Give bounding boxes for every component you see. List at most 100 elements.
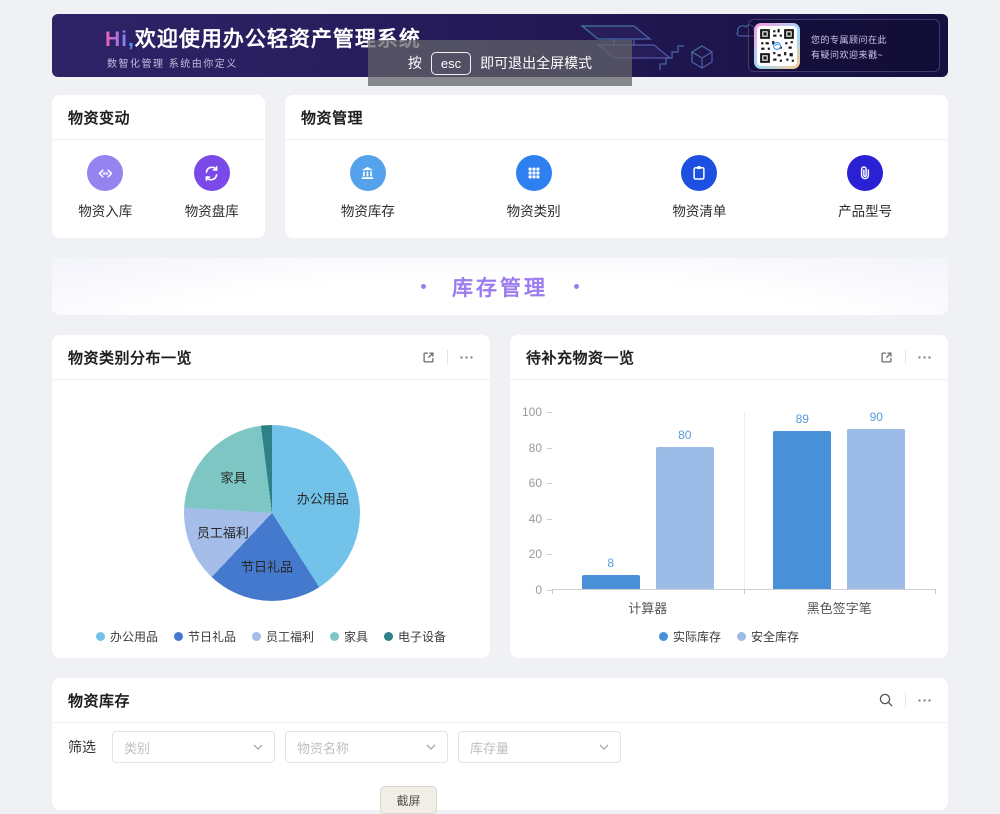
bar-card-actions bbox=[879, 350, 932, 365]
section-title: 库存管理 bbox=[452, 272, 548, 302]
pie-slice-label: 员工福利 bbox=[197, 523, 249, 542]
material-change-items: 物资入库 物资盘库 bbox=[52, 140, 265, 220]
entry-item-material-list[interactable]: 物资清单 bbox=[672, 155, 726, 220]
legend-dot bbox=[252, 632, 261, 641]
chevron-down-icon bbox=[599, 744, 609, 750]
entry-item-label: 物资入库 bbox=[78, 200, 132, 220]
bar-value-label: 80 bbox=[678, 428, 691, 442]
grid-icon bbox=[516, 155, 552, 191]
y-axis-tick-mark bbox=[547, 554, 552, 555]
action-divider bbox=[905, 693, 906, 707]
material-stock-card: 物资库存 筛选 类别 物资名称 库存量 bbox=[52, 678, 948, 810]
qr-panel: 您的专属顾问在此 有疑问欢迎来戳~ bbox=[748, 19, 940, 72]
x-axis-category-label: 计算器 bbox=[628, 598, 667, 617]
entry-item-material-category[interactable]: 物资类别 bbox=[507, 155, 561, 220]
y-axis-tick-label: 80 bbox=[510, 441, 542, 455]
material-change-card: 物资变动 物资入库 物资盘库 bbox=[52, 95, 265, 238]
category-select[interactable]: 类别 bbox=[112, 731, 275, 763]
screenshot-button[interactable]: 截屏 bbox=[380, 786, 437, 814]
material-management-items: 物资库存 物资类别 物资清单 bbox=[285, 140, 948, 220]
legend-dot bbox=[659, 632, 668, 641]
material-change-header: 物资变动 bbox=[52, 95, 265, 140]
bar-安全库存-计算器[interactable] bbox=[656, 447, 714, 589]
more-options-icon[interactable] bbox=[917, 698, 932, 703]
chevron-down-icon bbox=[426, 744, 436, 750]
bar-legend: 实际库存 安全库存 bbox=[510, 628, 948, 645]
legend-label: 节日礼品 bbox=[188, 628, 236, 645]
qr-pattern-icon bbox=[759, 28, 795, 64]
stock-quantity-select[interactable]: 库存量 bbox=[458, 731, 621, 763]
y-axis-tick-label: 0 bbox=[510, 583, 542, 597]
legend-label: 电子设备 bbox=[398, 628, 446, 645]
arrows-in-icon bbox=[87, 155, 123, 191]
expand-icon[interactable] bbox=[879, 350, 894, 365]
expand-icon[interactable] bbox=[421, 350, 436, 365]
legend-item[interactable]: 员工福利 bbox=[252, 628, 314, 645]
legend-item[interactable]: 电子设备 bbox=[384, 628, 446, 645]
qr-caption: 您的专属顾问在此 有疑问欢迎来戳~ bbox=[811, 33, 887, 64]
entry-item-product-model[interactable]: 产品型号 bbox=[838, 155, 892, 220]
category-distribution-card: 物资类别分布一览 办公用品节日礼品员工福利家具 办公用品节日礼品员工福利家具电子… bbox=[52, 335, 490, 658]
x-axis-tick-mark bbox=[744, 589, 745, 594]
pie-slice-label: 节日礼品 bbox=[241, 556, 293, 575]
pie-card-title: 物资类别分布一览 bbox=[68, 347, 192, 368]
material-name-select[interactable]: 物资名称 bbox=[285, 731, 448, 763]
legend-item[interactable]: 实际库存 bbox=[659, 628, 721, 645]
toast-prefix: 按 bbox=[408, 53, 422, 73]
pie-chart-area: 办公用品节日礼品员工福利家具 bbox=[184, 425, 360, 601]
entry-item-material-inbound[interactable]: 物资入库 bbox=[78, 155, 132, 220]
legend-item[interactable]: 节日礼品 bbox=[174, 628, 236, 645]
legend-dot bbox=[96, 632, 105, 641]
action-divider bbox=[905, 350, 906, 364]
card-title: 物资变动 bbox=[68, 107, 130, 128]
x-axis-tick-mark bbox=[552, 589, 553, 594]
qr-code-image bbox=[757, 26, 797, 66]
banner-greeting-prefix: Hi, bbox=[105, 28, 135, 51]
pie-card-actions bbox=[421, 350, 474, 365]
chevron-down-icon bbox=[253, 744, 263, 750]
select-placeholder: 类别 bbox=[124, 738, 150, 757]
category-split-line bbox=[744, 412, 745, 589]
pie-slice-label: 家具 bbox=[220, 467, 246, 486]
select-placeholder: 库存量 bbox=[470, 738, 509, 757]
y-axis-tick-label: 20 bbox=[510, 547, 542, 561]
legend-dot bbox=[330, 632, 339, 641]
bar-实际库存-黑色签字笔[interactable] bbox=[773, 431, 831, 589]
pie-card-header: 物资类别分布一览 bbox=[52, 335, 490, 380]
refresh-icon bbox=[194, 155, 230, 191]
bar-chart[interactable]: 020406080100880计算器8990黑色签字笔 bbox=[552, 412, 935, 590]
legend-dot bbox=[737, 632, 746, 641]
material-management-header: 物资管理 bbox=[285, 95, 948, 140]
legend-item[interactable]: 办公用品 bbox=[96, 628, 158, 645]
more-options-icon[interactable] bbox=[459, 355, 474, 360]
bar-card-title: 待补充物资一览 bbox=[526, 347, 635, 368]
qr-code bbox=[754, 23, 800, 69]
x-axis-category-label: 黑色签字笔 bbox=[807, 598, 872, 617]
legend-label: 员工福利 bbox=[266, 628, 314, 645]
inventory-section-banner: 库存管理 bbox=[52, 258, 948, 315]
more-options-icon[interactable] bbox=[917, 355, 932, 360]
restock-needed-card: 待补充物资一览 020406080100880计算器8990黑色签字笔 实际库存… bbox=[510, 335, 948, 658]
search-icon[interactable] bbox=[878, 692, 894, 708]
y-axis-tick-mark bbox=[547, 412, 552, 413]
bar-card-header: 待补充物资一览 bbox=[510, 335, 948, 380]
inventory-card-actions bbox=[878, 692, 932, 708]
bar-value-label: 90 bbox=[870, 410, 883, 424]
section-dot-left bbox=[421, 284, 426, 289]
bank-icon bbox=[350, 155, 386, 191]
legend-item[interactable]: 安全库存 bbox=[737, 628, 799, 645]
entry-item-label: 产品型号 bbox=[838, 200, 892, 220]
pie-legend: 办公用品 节日礼品 员工福利家具 电子设备 bbox=[52, 628, 490, 645]
inventory-card-header: 物资库存 bbox=[52, 678, 948, 723]
bar-实际库存-计算器[interactable] bbox=[582, 575, 640, 589]
legend-item[interactable]: 家具 bbox=[330, 628, 368, 645]
qr-caption-line2: 有疑问欢迎来戳~ bbox=[811, 48, 887, 63]
y-axis-tick-label: 40 bbox=[510, 512, 542, 526]
y-axis-tick-mark bbox=[547, 483, 552, 484]
fullscreen-exit-toast: 按 esc 即可退出全屏模式 bbox=[368, 40, 632, 86]
qr-caption-line1: 您的专属顾问在此 bbox=[811, 33, 887, 48]
legend-label: 安全库存 bbox=[751, 628, 799, 645]
entry-item-material-stock[interactable]: 物资库存 bbox=[341, 155, 395, 220]
entry-item-material-stocktake[interactable]: 物资盘库 bbox=[185, 155, 239, 220]
bar-安全库存-黑色签字笔[interactable] bbox=[847, 429, 905, 589]
